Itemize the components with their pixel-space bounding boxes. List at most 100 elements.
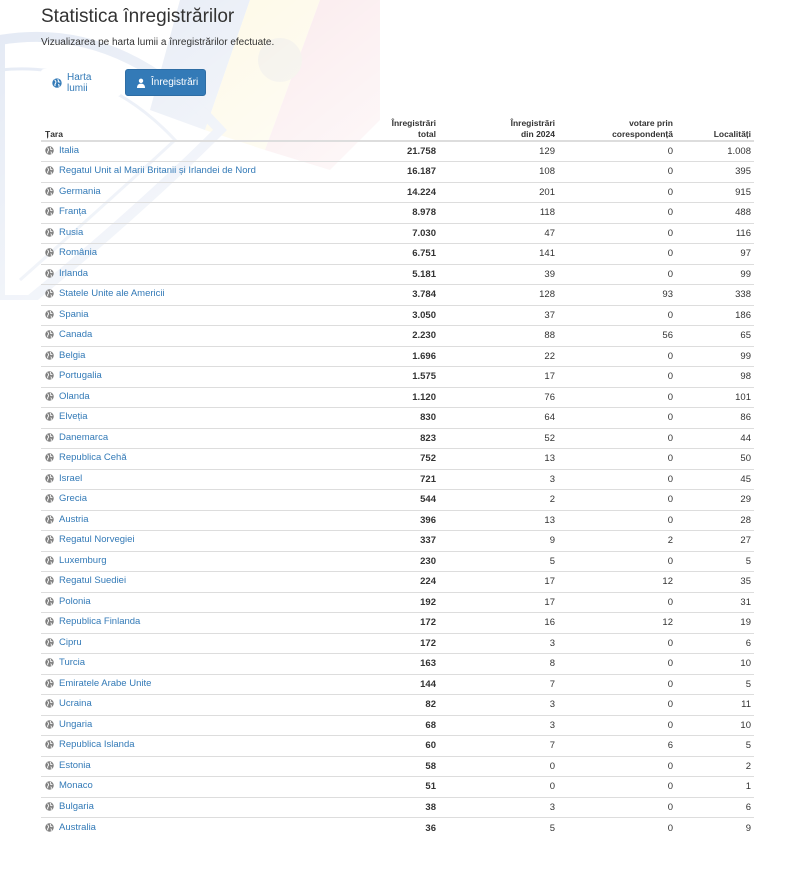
country-link[interactable]: Regatul Suediei [59, 575, 126, 586]
table-row: Republica Cehă 752 13 0 50 [41, 448, 754, 469]
globe-icon [45, 248, 54, 260]
country-link[interactable]: Austria [59, 514, 89, 525]
country-link[interactable]: Grecia [59, 493, 87, 504]
col-header-total-line2: total [418, 129, 436, 139]
registrations-table-container: Țara Înregistrări total Înregistrări din 2… [41, 111, 754, 838]
total-registrations-cell: 36 [340, 817, 439, 838]
country-link[interactable]: Australia [59, 822, 96, 833]
country-link[interactable]: Belgia [59, 350, 85, 361]
country-cell: Irlanda [41, 263, 340, 285]
country-link[interactable]: Cipru [59, 637, 82, 648]
registrations-2024-cell: 16 [439, 612, 558, 633]
country-link[interactable]: Portugalia [59, 370, 102, 381]
col-header-postal-vote[interactable]: votare prin corespondență [558, 111, 676, 142]
col-header-localities-label: Localități [713, 129, 751, 139]
col-header-total[interactable]: Înregistrări total [340, 111, 439, 142]
globe-icon [45, 802, 54, 814]
country-link[interactable]: Olanda [59, 391, 90, 402]
registrations-2024-cell: 141 [439, 243, 558, 264]
table-row: Portugalia 1.575 17 0 98 [41, 366, 754, 387]
localities-cell: 50 [676, 448, 754, 469]
localities-cell: 98 [676, 366, 754, 387]
country-link[interactable]: Spania [59, 309, 89, 320]
total-registrations-cell: 172 [340, 632, 439, 654]
country-link[interactable]: Turcia [59, 657, 85, 668]
country-link[interactable]: Regatul Unit al Marii Britanii și Irland… [59, 165, 256, 176]
globe-icon [45, 228, 54, 240]
country-cell: Republica Islanda [41, 735, 340, 756]
localities-cell: 86 [676, 407, 754, 428]
table-row: Belgia 1.696 22 0 99 [41, 345, 754, 367]
country-cell: Australia [41, 817, 340, 838]
postal-vote-cell: 93 [558, 284, 676, 305]
country-link[interactable]: Estonia [59, 760, 91, 771]
table-row: Danemarca 823 52 0 44 [41, 427, 754, 449]
registrations-2024-cell: 3 [439, 632, 558, 654]
globe-icon [45, 658, 54, 670]
country-link[interactable]: Rusia [59, 227, 83, 238]
total-registrations-cell: 16.187 [340, 161, 439, 182]
total-registrations-cell: 752 [340, 448, 439, 469]
country-link[interactable]: Republica Finlanda [59, 616, 140, 627]
country-cell: România [41, 243, 340, 264]
registrations-2024-cell: 5 [439, 550, 558, 572]
country-link[interactable]: Polonia [59, 596, 91, 607]
table-row: Austria 396 13 0 28 [41, 509, 754, 531]
col-header-country[interactable]: Țara [41, 111, 340, 142]
country-link[interactable]: Elveția [59, 411, 88, 422]
total-registrations-cell: 6.751 [340, 243, 439, 264]
country-link[interactable]: Statele Unite ale Americii [59, 288, 165, 299]
country-link[interactable]: Republica Islanda [59, 739, 135, 750]
country-cell: Belgia [41, 345, 340, 367]
country-link[interactable]: Franța [59, 206, 86, 217]
col-header-localities[interactable]: Localități [676, 111, 754, 142]
globe-icon [52, 77, 62, 88]
globe-icon [45, 453, 54, 465]
col-header-2024[interactable]: Înregistrări din 2024 [439, 111, 558, 142]
table-row: Canada 2.230 88 56 65 [41, 325, 754, 346]
postal-vote-cell: 12 [558, 571, 676, 592]
postal-vote-cell: 0 [558, 202, 676, 223]
postal-vote-cell: 0 [558, 243, 676, 264]
postal-vote-cell: 0 [558, 386, 676, 408]
globe-icon [45, 515, 54, 527]
country-link[interactable]: Danemarca [59, 432, 108, 443]
table-body: Italia 21.758 129 0 1.008 Regatul Unit al Mar… [41, 141, 754, 838]
registrations-2024-cell: 13 [439, 509, 558, 531]
tab-world-map[interactable]: Harta lumii [41, 69, 121, 96]
localities-cell: 45 [676, 468, 754, 490]
total-registrations-cell: 337 [340, 530, 439, 551]
country-link[interactable]: Emiratele Arabe Unite [59, 678, 151, 689]
tab-registrations[interactable]: Înregistrări [125, 69, 206, 96]
localities-cell: 9 [676, 817, 754, 838]
country-cell: Emiratele Arabe Unite [41, 673, 340, 695]
registrations-2024-cell: 39 [439, 263, 558, 285]
country-link[interactable]: Germania [59, 186, 101, 197]
country-cell: Grecia [41, 489, 340, 510]
country-link[interactable]: Israel [59, 473, 82, 484]
country-link[interactable]: Ucraina [59, 698, 92, 709]
postal-vote-cell: 0 [558, 714, 676, 736]
country-link[interactable]: Monaco [59, 780, 93, 791]
country-link[interactable]: Republica Cehă [59, 452, 127, 463]
country-link[interactable]: Luxemburg [59, 555, 107, 566]
globe-icon [45, 535, 54, 547]
country-link[interactable]: Canada [59, 329, 92, 340]
total-registrations-cell: 51 [340, 776, 439, 797]
postal-vote-cell: 0 [558, 489, 676, 510]
country-link[interactable]: Italia [59, 145, 79, 156]
country-link[interactable]: România [59, 247, 97, 258]
postal-vote-cell: 0 [558, 694, 676, 715]
table-row: Ucraina 82 3 0 11 [41, 694, 754, 715]
country-link[interactable]: Ungaria [59, 719, 92, 730]
total-registrations-cell: 163 [340, 653, 439, 674]
country-link[interactable]: Bulgaria [59, 801, 94, 812]
table-row: Turcia 163 8 0 10 [41, 653, 754, 674]
country-cell: Rusia [41, 222, 340, 244]
country-link[interactable]: Regatul Norvegiei [59, 534, 135, 545]
country-cell: Spania [41, 304, 340, 326]
registrations-2024-cell: 52 [439, 427, 558, 449]
localities-cell: 31 [676, 591, 754, 613]
country-cell: Estonia [41, 755, 340, 777]
country-link[interactable]: Irlanda [59, 268, 88, 279]
